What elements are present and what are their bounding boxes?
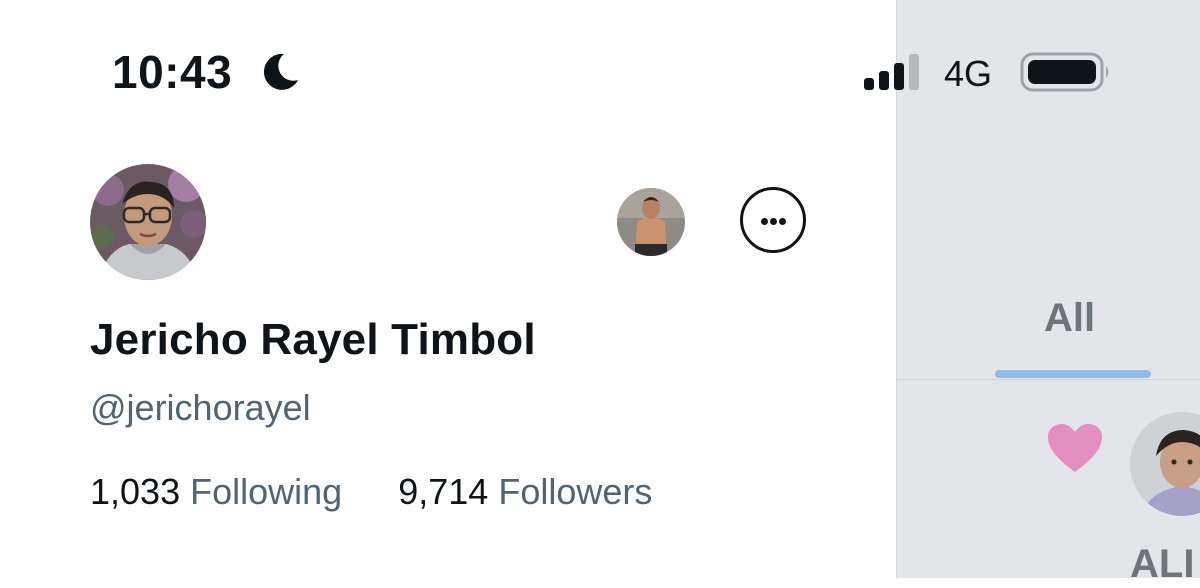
following-count[interactable]: 1,033 — [90, 471, 180, 512]
tabs-divider — [897, 379, 1200, 380]
active-tab-indicator — [995, 370, 1151, 378]
following-label[interactable]: Following — [190, 471, 342, 512]
cellular-signal-icon — [864, 54, 919, 90]
follow-stats: 1,033 Following 9,714 Followers — [90, 468, 652, 516]
moon-icon — [263, 53, 298, 90]
display-name[interactable]: Jericho Rayel Timbol — [90, 312, 536, 368]
status-time: 10:43 — [112, 46, 233, 98]
battery-icon — [1020, 52, 1109, 92]
secondary-account-avatar[interactable] — [617, 188, 685, 256]
followers-count[interactable]: 9,714 — [398, 471, 488, 512]
profile-avatar[interactable] — [90, 164, 206, 280]
tab-all[interactable]: All — [1044, 294, 1095, 342]
network-type: 4G — [944, 53, 993, 94]
heart-icon — [1048, 424, 1102, 472]
more-options-icon — [761, 218, 768, 225]
notification-user-name[interactable]: ALI — [1130, 540, 1194, 588]
more-options-button[interactable] — [740, 187, 806, 253]
user-handle[interactable]: @jerichorayel — [90, 384, 311, 432]
followers-label[interactable]: Followers — [498, 471, 652, 512]
